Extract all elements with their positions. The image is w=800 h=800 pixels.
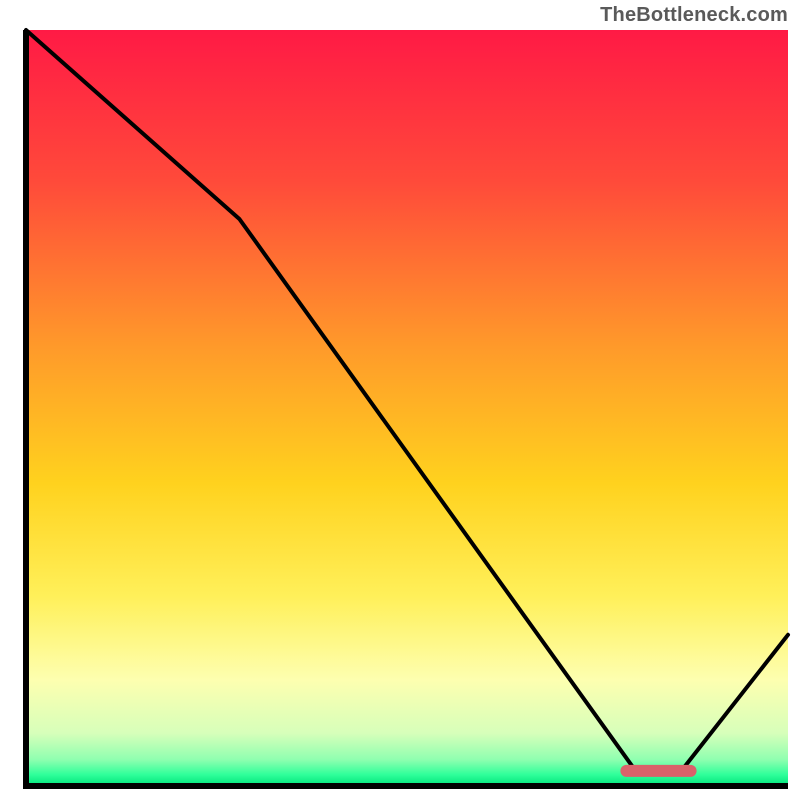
plot-background [26,30,788,786]
optimum-marker [620,765,696,777]
bottleneck-chart [0,0,800,800]
chart-container: TheBottleneck.com [0,0,800,800]
